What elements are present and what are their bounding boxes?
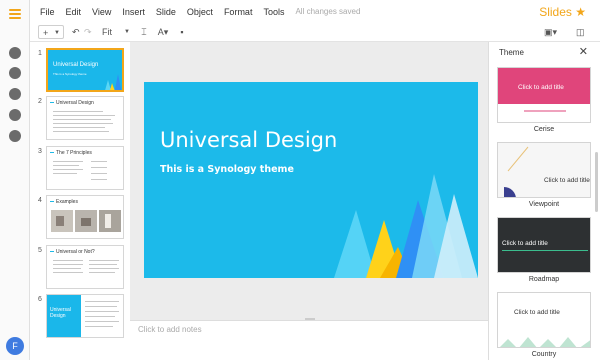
theme-panel: Theme ✕ Click to add title Cerise Click … [488, 42, 600, 360]
zoom-select[interactable]: Fit ▼ [100, 25, 132, 39]
slide-number: 6 [38, 296, 42, 303]
thumbnail-row[interactable]: 1 Universal Design This is a Synology th… [30, 48, 130, 94]
slide-number: 3 [38, 148, 42, 155]
theme-panel-title: Theme [499, 48, 524, 57]
slide-number: 5 [38, 247, 42, 254]
theme-card-cerise[interactable]: Click to add title [497, 67, 591, 123]
thumbnail-title: The 7 Principles [56, 150, 92, 156]
theme-placeholder: Click to add title [502, 240, 548, 247]
menu-tools[interactable]: Tools [263, 7, 284, 17]
notes-placeholder[interactable]: Click to add notes [138, 325, 202, 334]
scrollbar[interactable] [595, 152, 598, 212]
slide-thumbnail[interactable]: The 7 Principles [46, 146, 124, 190]
add-label: + [43, 28, 49, 38]
hamburger-menu-icon[interactable] [9, 9, 21, 19]
chevron-down-icon: ▼ [54, 30, 60, 36]
theme-name: Cerise [533, 126, 555, 133]
theme-card-viewpoint[interactable]: Click to add title [497, 142, 591, 198]
slide-thumbnail[interactable]: Universal Design [46, 96, 124, 140]
thumbnail-row[interactable]: 2 Universal Design [30, 96, 130, 142]
theme-name: Country [531, 351, 557, 358]
menu-bar: File Edit View Insert Slide Object Forma… [30, 0, 600, 24]
left-rail: F [0, 0, 30, 360]
avatar[interactable]: F [6, 337, 24, 355]
thumbnail-graphic [105, 74, 122, 90]
thumbnail-row[interactable]: 4 Examples [30, 195, 130, 241]
theme-card-roadmap[interactable]: Click to add title [497, 217, 591, 273]
theme-placeholder: Click to add title [544, 177, 590, 184]
present-icon[interactable]: ▣▾ [544, 25, 557, 39]
app-brand: Slides ★ [539, 5, 586, 19]
menu-slide[interactable]: Slide [156, 7, 176, 17]
thumbnail-title: Universal Design [50, 307, 71, 319]
thumbnail-title: Universal Design [56, 100, 94, 106]
slide-number: 1 [38, 50, 42, 57]
menu-insert[interactable]: Insert [122, 7, 145, 17]
slide-thumbnail[interactable]: Universal or Not? [46, 245, 124, 289]
slide-graphic [334, 174, 478, 278]
current-slide[interactable]: Universal Design This is a Synology them… [144, 82, 478, 278]
close-icon[interactable]: ✕ [579, 45, 588, 58]
speaker-notes[interactable]: Click to add notes [130, 320, 488, 360]
thumbnail-title: Universal or Not? [56, 249, 95, 255]
panel-toggle-icon[interactable]: ◫ [576, 25, 585, 39]
add-person-icon[interactable] [9, 67, 21, 79]
slide-thumbnail[interactable]: Universal Design [46, 294, 124, 338]
zoom-value: Fit [102, 27, 112, 37]
lock-icon[interactable] [9, 109, 21, 121]
thumbnail-row[interactable]: 3 The 7 Principles [30, 146, 130, 192]
slide-thumbnails: 1 Universal Design This is a Synology th… [30, 42, 130, 360]
menu-object[interactable]: Object [187, 7, 213, 17]
theme-name: Viewpoint [528, 201, 560, 208]
thumbnail-photos [51, 210, 121, 232]
undo-icon[interactable]: ↶ [72, 25, 80, 39]
theme-graphic [500, 337, 590, 347]
history-icon[interactable] [9, 88, 21, 100]
tag-icon[interactable] [9, 47, 21, 59]
app-name: Slides [539, 5, 572, 19]
menu-file[interactable]: File [40, 7, 55, 17]
slide-editor: Universal Design This is a Synology them… [130, 42, 488, 320]
theme-placeholder: Click to add title [518, 84, 564, 91]
chevron-down-icon: ▼ [124, 29, 130, 35]
theme-card-country[interactable]: Click to add title [497, 292, 591, 348]
theme-graphic [504, 146, 529, 197]
menu-view[interactable]: View [92, 7, 111, 17]
text-box-icon[interactable]: ⌶ [138, 25, 150, 39]
thumbnail-row[interactable]: 5 Universal or Not? [30, 245, 130, 291]
toolbar: + ▼ ↶ ↷ Fit ▼ ⌶ A▾ ▪ ▣▾ ◫ [30, 24, 600, 42]
comment-icon[interactable]: ▪ [176, 25, 188, 39]
theme-name: Roadmap [528, 276, 560, 283]
slide-number: 4 [38, 197, 42, 204]
text-color-icon[interactable]: A▾ [154, 25, 172, 39]
menu-edit[interactable]: Edit [66, 7, 82, 17]
add-slide-button[interactable]: + ▼ [38, 25, 64, 39]
slide-thumbnail[interactable]: Examples [46, 195, 124, 239]
slide-thumbnail[interactable]: Universal Design This is a Synology them… [46, 48, 124, 92]
info-icon[interactable] [9, 130, 21, 142]
save-status: All changes saved [295, 7, 361, 16]
star-icon[interactable]: ★ [575, 5, 586, 19]
thumbnail-row[interactable]: 6 Universal Design [30, 294, 130, 340]
redo-icon[interactable]: ↷ [84, 25, 92, 39]
slide-number: 2 [38, 98, 42, 105]
menu-format[interactable]: Format [224, 7, 253, 17]
